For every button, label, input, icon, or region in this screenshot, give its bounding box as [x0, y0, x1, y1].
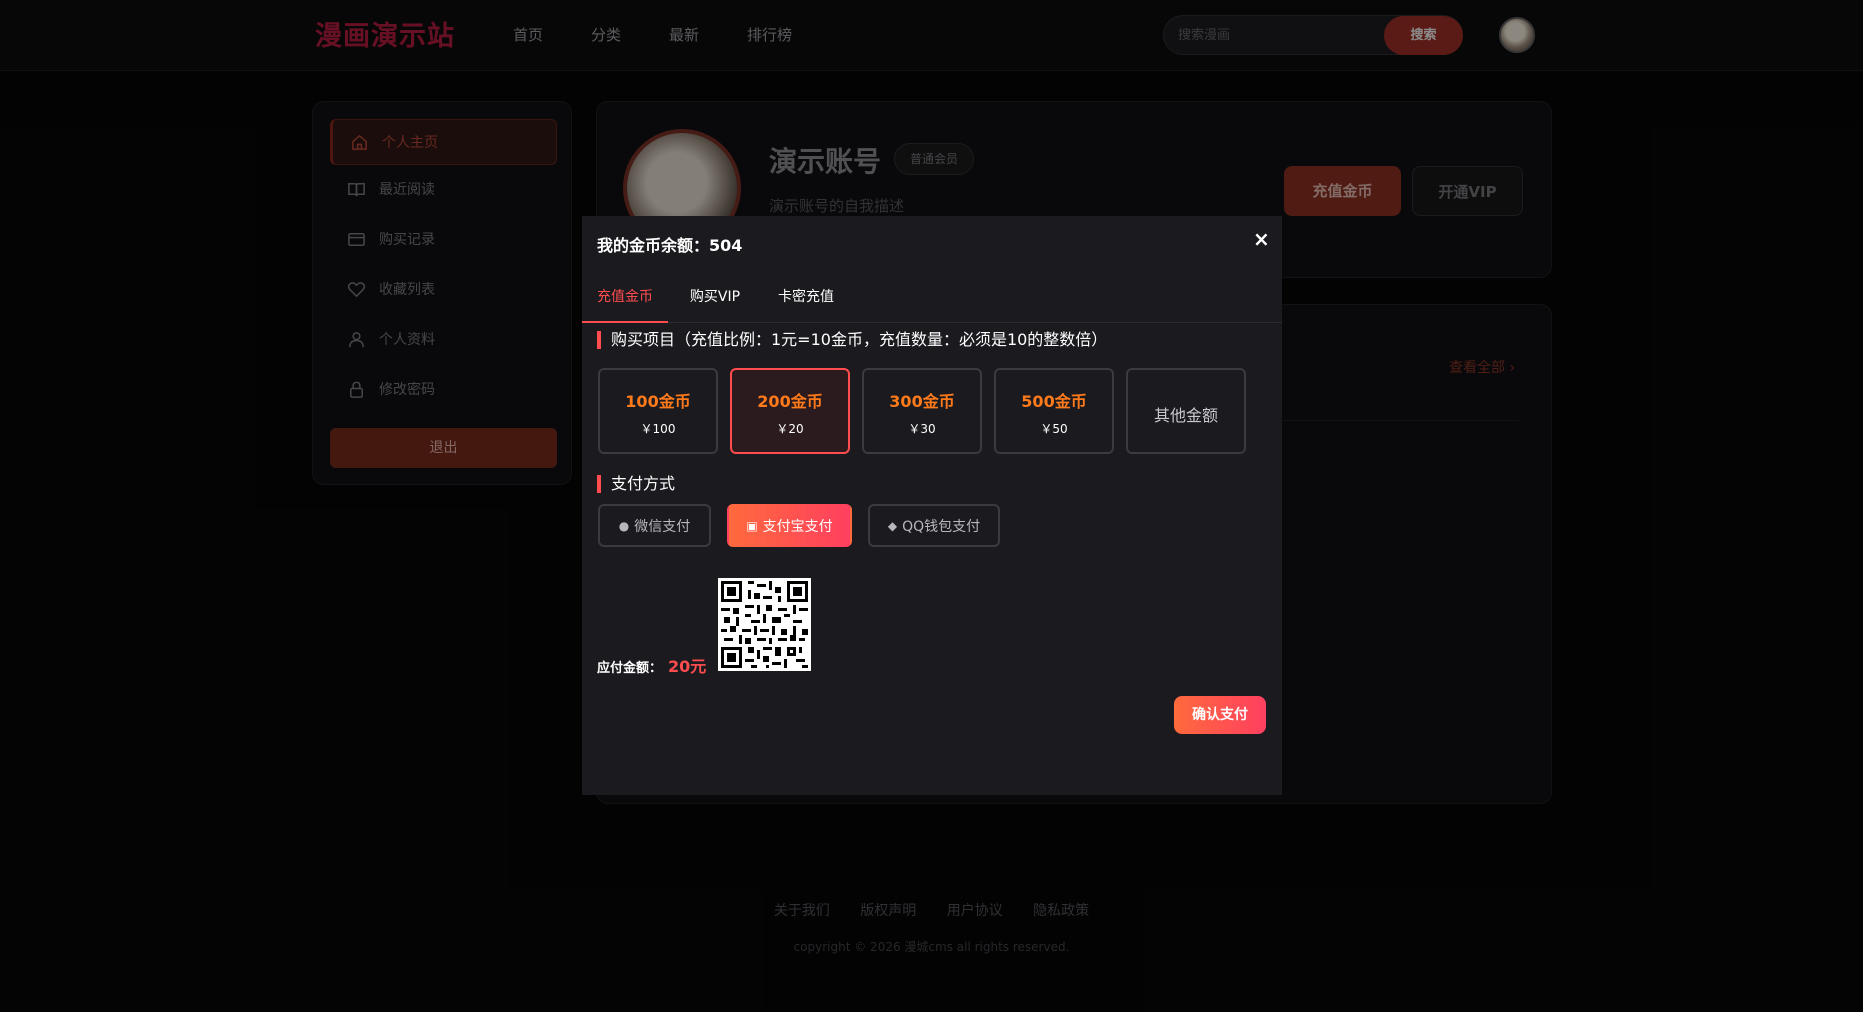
coin-option-500[interactable]: 500金币 ￥50 [994, 368, 1114, 454]
coin-price: ￥100 [640, 422, 676, 436]
amount-due-label: 应付金额： [597, 661, 663, 676]
pay-qq-button[interactable]: ◆ QQ钱包支付 [868, 504, 1000, 547]
wechat-icon: ● [618, 518, 630, 533]
qr-code-icon [721, 581, 808, 668]
pay-label: 微信支付 [634, 518, 691, 535]
pay-alipay-button[interactable]: ▣ 支付宝支付 [727, 504, 852, 547]
tab-buy-vip[interactable]: 购买VIP [674, 272, 756, 323]
coin-price: ￥50 [1040, 422, 1068, 436]
coin-option-300[interactable]: 300金币 ￥30 [862, 368, 982, 454]
modal-title: 我的金币余额：504 [597, 236, 743, 255]
coin-amount: 200金币 [757, 392, 823, 411]
modal-tabs: 充值金币 购买VIP 卡密充值 [582, 272, 1282, 323]
other-amount-label: 其他金额 [1153, 406, 1218, 425]
pay-label: 支付宝支付 [762, 518, 833, 535]
pay-label: QQ钱包支付 [902, 518, 981, 535]
payment-qr-code [718, 578, 811, 671]
alipay-icon: ▣ [746, 518, 758, 533]
coin-price: ￥30 [908, 422, 936, 436]
pay-wechat-button[interactable]: ● 微信支付 [598, 504, 711, 547]
coin-price: ￥20 [776, 422, 804, 436]
close-icon[interactable]: × [1253, 227, 1270, 251]
coin-amount: 300金币 [889, 392, 955, 411]
coin-option-other[interactable]: 其他金额 [1126, 368, 1246, 454]
amount-due-value: 20元 [668, 657, 707, 676]
tab-card-recharge[interactable]: 卡密充值 [762, 272, 850, 323]
tab-recharge-coins[interactable]: 充值金币 [582, 272, 668, 323]
payment-section-title: 支付方式 [597, 475, 675, 493]
confirm-payment-button[interactable]: 确认支付 [1174, 696, 1266, 734]
purchase-section-title: 购买项目（充值比例：1元=10金币，充值数量：必须是10的整数倍） [597, 331, 1107, 349]
qq-icon: ◆ [887, 518, 898, 533]
coin-amount: 500金币 [1021, 392, 1087, 411]
coin-option-200[interactable]: 200金币 ￥20 [730, 368, 850, 454]
coin-amount: 100金币 [625, 392, 691, 411]
recharge-modal: 我的金币余额：504 × 充值金币 购买VIP 卡密充值 购买项目（充值比例：1… [582, 216, 1282, 795]
coin-option-100[interactable]: 100金币 ￥100 [598, 368, 718, 454]
